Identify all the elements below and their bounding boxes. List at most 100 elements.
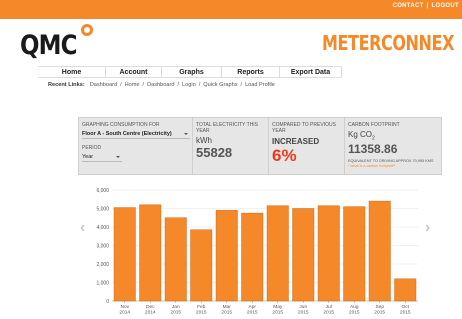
total-unit: kWh [196,136,212,145]
consumption-label: GRAPHING CONSUMPTION FOR [82,122,160,128]
x-tick-label: 2015 [400,310,411,316]
recent-links-title: Recent Links: [48,82,85,88]
breadcrumb-separator: / [120,82,122,88]
x-tick-label: 2015 [170,310,181,316]
page: CONTACT | LOGOUT QMC METERCONNEX Home Ac… [0,0,462,319]
x-tick-label: Apr [249,304,257,310]
consumption-cell: GRAPHING CONSUMPTION FOR Floor A - South… [79,118,193,174]
x-tick-label: Sep [375,304,384,310]
bar [113,207,136,302]
x-tick-label: Jun [299,304,307,310]
bar [164,217,187,302]
nav-account[interactable]: Account [106,67,162,78]
nav-home[interactable]: Home [38,67,106,78]
x-tick-label: May [273,304,283,310]
x-tick-label: Jul [326,304,332,310]
qmc-logo[interactable]: QMC [20,30,77,61]
chevron-down-icon [116,156,120,158]
x-tick-label: Dec [146,304,155,310]
compare-percentage: 6% [272,146,297,165]
x-tick-label: 2015 [349,310,360,316]
x-tick-label: 2015 [196,310,207,316]
carbon-unit-subscript: 2 [372,135,375,142]
x-tick-label: 2015 [298,310,309,316]
carbon-unit-prefix: Kg CO [348,130,373,139]
nav-reports[interactable]: Reports [222,67,280,78]
x-tick-label: 2015 [323,310,334,316]
meter-select[interactable]: Floor A - South Centre (Electricity) [82,130,190,139]
logo-ring-icon [81,24,93,36]
period-select[interactable]: Year [82,153,122,162]
breadcrumb-separator: / [142,82,145,88]
x-tick-label: Oct [402,304,410,310]
main-nav: Home Account Graphs Reports Export Data [38,66,342,78]
equivalent-text: EQUIVALENT TO DRIVING APPROX 70,995 KMS [348,158,434,163]
bar [190,229,213,302]
recent-link[interactable]: Home [125,82,140,88]
x-tick-label: Mar [223,304,232,310]
carbon-label: CARBON FOOTPRINT [348,122,400,128]
breadcrumb-separator: / [198,82,201,88]
consumption-chart: 0 1,000 2,000 3,000 4,000 5,000 6,000 Nov 2014 De… [88,183,424,319]
bar [241,212,264,302]
bar [139,204,162,302]
y-tick-label: 3,000 [96,243,109,249]
x-tick-label: Nov [120,304,129,310]
x-tick-label: 2015 [247,310,258,316]
period-label: PERIOD [82,145,102,151]
y-tick-label: 6,000 [96,188,109,194]
carbon-unit: Kg CO2 [348,130,438,142]
bar [215,210,238,302]
recent-link[interactable]: Login [182,82,196,88]
bar [368,200,391,302]
breadcrumb-separator: / [177,82,180,88]
bar [292,208,315,302]
carbon-footprint-link[interactable]: * what is a carbon footprint? [348,164,438,169]
y-tick-label: 5,000 [96,206,109,212]
compare-cell: COMPARED TO PREVIOUS YEAR INCREASED 6% [269,118,345,174]
x-tick-label: 2015 [374,310,385,316]
total-cell: TOTAL ELECTRICITY THIS YEAR kWh 55828 [193,118,269,174]
breadcrumb-separator: / [240,82,243,88]
logout-link[interactable]: LOGOUT [432,3,459,9]
x-tick-label: 2014 [119,310,130,316]
x-tick-label: 2014 [145,310,156,316]
chevron-right-icon[interactable]: › [425,219,430,237]
recent-links: Recent Links: Dashboard / Home / Dashboa… [48,82,275,88]
nav-export-data[interactable]: Export Data [280,67,342,78]
carbon-value: 11358.86 [348,141,398,156]
recent-link[interactable]: Dashboard [147,82,174,88]
recent-link[interactable]: Quick Graphs [203,82,237,88]
x-tick-label: 2015 [272,310,283,316]
bar [317,205,340,302]
bar-chart-svg: 01,0002,0003,0004,0005,0006,000Nov2014De… [96,188,418,316]
meterconnex-brand: METERCONNEX [321,31,454,55]
total-label: TOTAL ELECTRICITY THIS YEAR [196,122,258,134]
bar [266,205,289,302]
x-tick-label: 2015 [221,310,232,316]
top-bar: CONTACT | LOGOUT [0,0,462,19]
x-tick-label: Jan [172,304,180,310]
nav-graphs[interactable]: Graphs [162,67,222,78]
meter-select-value: Floor A - South Centre (Electricity) [82,131,172,137]
recent-link[interactable]: Dashboard [90,82,117,88]
top-links: CONTACT | LOGOUT [393,3,459,9]
y-tick-label: 0 [106,299,109,305]
x-tick-label: Aug [350,304,359,310]
chevron-left-icon[interactable]: ‹ [80,219,85,237]
chevron-down-icon [184,133,188,135]
y-tick-label: 2,000 [96,262,109,268]
summary-panel: GRAPHING CONSUMPTION FOR Floor A - South… [78,117,442,175]
compare-status: INCREASED [272,137,320,146]
period-select-value: Year [82,154,94,160]
y-tick-label: 4,000 [96,225,109,231]
compare-label: COMPARED TO PREVIOUS YEAR [272,122,336,134]
total-value: 55828 [196,145,233,160]
contact-link[interactable]: CONTACT [393,3,424,9]
x-tick-label: Feb [197,304,206,310]
recent-link[interactable]: Load Profile [245,82,275,88]
carbon-cell: CARBON FOOTPRINT Kg CO2 11358.86 EQUIVAL… [345,118,441,174]
bar [343,206,366,302]
bar [394,278,417,302]
link-separator: | [426,3,429,9]
